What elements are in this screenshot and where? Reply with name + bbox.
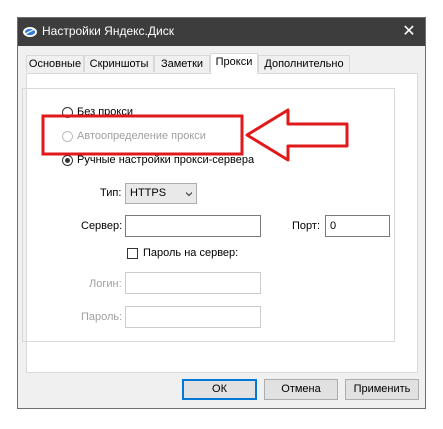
login-label: Логин: (89, 278, 122, 290)
apply-label: Применить (353, 383, 411, 395)
no-proxy-radio[interactable] (62, 107, 73, 118)
type-label: Тип: (100, 187, 122, 199)
yandex-disk-icon (23, 27, 37, 37)
cancel-button[interactable]: Отмена (264, 379, 338, 400)
auto-proxy-label: Автоопределение прокси (77, 130, 206, 142)
window-title: Настройки Яндекс.Диск (42, 24, 174, 38)
server-label: Сервер: (81, 220, 123, 232)
password-input[interactable] (125, 306, 261, 328)
tab-label: Дополнительно (264, 58, 344, 70)
tab-label: Основные (28, 58, 82, 70)
port-value: 0 (330, 220, 337, 232)
manual-proxy-label: Ручные настройки прокси-сервера (77, 154, 255, 166)
port-input[interactable]: 0 (325, 215, 390, 237)
ok-label: ОК (212, 383, 227, 395)
proxy-type-select[interactable]: HTTPS (125, 183, 197, 204)
apply-button[interactable]: Применить (345, 379, 419, 400)
chevron-down-icon (186, 192, 192, 197)
ok-button[interactable]: ОК (182, 379, 257, 400)
port-label: Порт: (292, 220, 320, 232)
tab-general[interactable]: Основные (26, 55, 84, 72)
server-password-label: Пароль на сервер: (143, 247, 239, 259)
manual-proxy-radio[interactable] (62, 155, 73, 166)
tab-screenshots[interactable]: Скриншоты (84, 55, 154, 72)
tab-label: Скриншоты (89, 58, 149, 70)
server-password-checkbox[interactable] (127, 248, 138, 259)
password-label: Пароль: (81, 311, 123, 323)
auto-proxy-radio[interactable] (62, 131, 73, 142)
tab-label: Заметки (160, 58, 204, 70)
tab-label: Прокси (215, 56, 253, 68)
tab-notes[interactable]: Заметки (154, 55, 210, 72)
server-input[interactable] (125, 215, 261, 237)
login-input[interactable] (125, 272, 261, 294)
proxy-type-value: HTTPS (130, 187, 167, 199)
close-button[interactable]: ✕ (393, 18, 425, 46)
tab-proxy[interactable]: Прокси (210, 53, 258, 74)
cancel-label: Отмена (281, 383, 321, 395)
title-bar[interactable]: Настройки Яндекс.Диск ✕ (18, 18, 425, 46)
close-icon: ✕ (402, 23, 416, 40)
no-proxy-label: Без прокси (77, 106, 133, 118)
tab-advanced[interactable]: Дополнительно (258, 55, 350, 72)
